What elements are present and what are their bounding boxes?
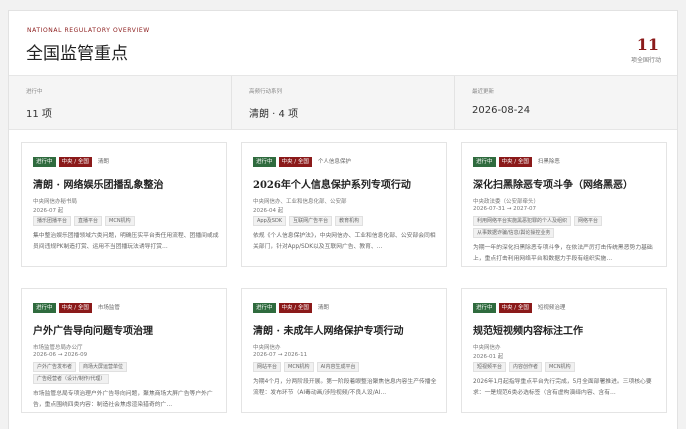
target-chip: 内容创作者 (509, 362, 543, 372)
stat-last-updated: 最近更新 2026-08-24 (455, 76, 677, 129)
status-badge: 进行中 (473, 303, 496, 313)
card-description: 集中整治娱乐团播领域六类问题，明确压实平台责任用流程、团播间或成员间违规PK制造… (33, 233, 219, 250)
target-chip: 互联网广告平台 (289, 216, 333, 226)
stat-value: 清朗 · 4 项 (249, 109, 299, 120)
card-title[interactable]: 规范短视频内容标注工作 (473, 322, 583, 337)
card-period: 2026-06 → 2026-09 (33, 352, 88, 358)
stat-in-progress: 进行中 11 项 (9, 76, 232, 129)
eyebrow-label: NATIONAL REGULATORY OVERVIEW (27, 27, 150, 34)
overview-header: NATIONAL REGULATORY OVERVIEW 全国监管重点 11 项… (9, 11, 677, 75)
card-period: 2026-07-31 → 2027-07 (473, 206, 537, 212)
target-chip: MCN机构 (105, 216, 135, 226)
stat-value: 11 项 (26, 109, 52, 120)
card-description: 2026年1月起指导重点平台先行完成，5月全面部署推进。三项核心要求：一是规范6… (473, 379, 652, 396)
target-chip: MCN机构 (545, 362, 575, 372)
target-chip: 商场大屏运营单位 (79, 362, 128, 372)
target-chip: 短视频平台 (473, 362, 507, 372)
target-chip: 网络平台 (574, 216, 603, 226)
card-period: 2026-07 起 (33, 208, 64, 214)
status-badge: 进行中 (253, 303, 276, 313)
category-badge: 个人信息保护 (317, 159, 351, 165)
card-title[interactable]: 户外广告导向问题专项治理 (33, 322, 153, 337)
card-title[interactable]: 2026年个人信息保护系列专项行动 (253, 176, 411, 191)
action-card[interactable]: 进行中 中央 / 全国 市场监管户外广告导向问题专项治理市场监管总局办公厅 2026-… (21, 288, 227, 413)
action-card[interactable]: 进行中 中央 / 全国 清朗清朗 · 网络娱乐团播乱象整治中央网信办秘书局 2026-… (21, 142, 227, 267)
card-target-chips: 短视频平台 内容创作者 MCN机构 (473, 362, 575, 372)
status-badge: 进行中 (33, 157, 56, 167)
category-badge: 扫黑除恶 (537, 159, 560, 165)
card-description: 为期4个月，分两阶段开展。第一阶段着眼整治聚焦信息内容生产传播全流程：发布环节（… (253, 379, 437, 396)
target-chip: 广告经营者（设计/制作/代理） (33, 374, 110, 384)
card-title[interactable]: 深化扫黑除恶专项斗争（网络黑恶） (473, 176, 633, 191)
card-target-chips: 利用网络平台实施黑恶犯罪的个人及组织 网络平台 (473, 216, 603, 226)
card-target-chips: 网站平台 MCN机构 AI内容生成平台 (253, 362, 360, 372)
stat-frequent-series: 高频行动系列 清朗 · 4 项 (232, 76, 455, 129)
action-count: 11 (636, 35, 659, 54)
stat-label: 高频行动系列 (249, 89, 283, 95)
target-chip: AI内容生成平台 (316, 362, 360, 372)
card-target-chips: App及SDK 互联网广告平台 教育机构 (253, 216, 364, 226)
action-card[interactable]: 进行中 中央 / 全国 清朗清朗 · 未成年人网络保护专项行动中央网信办 2026-0… (241, 288, 447, 413)
card-tags: 进行中 中央 / 全国 市场监管 (33, 303, 123, 313)
card-target-chips: 广告经营者（设计/制作/代理） (33, 374, 110, 384)
target-chip: App及SDK (253, 216, 287, 226)
status-badge: 进行中 (473, 157, 496, 167)
scope-badge: 中央 / 全国 (278, 157, 312, 167)
card-target-chips: 播乐团播平台 直播平台 MCN机构 (33, 216, 135, 226)
card-issuer: 中央政法委（公安部牵头） (473, 199, 540, 205)
stats-bar: 进行中 11 项 高频行动系列 清朗 · 4 项 最近更新 2026-08-24 (9, 75, 677, 130)
scope-badge: 中央 / 全国 (58, 303, 92, 313)
card-description: 依规《个人信息保护法》，中央网信办、工业和信息化部、公安部会同相关部门，针对Ap… (253, 233, 436, 250)
target-chip: 网站平台 (253, 362, 282, 372)
target-chip: 从事数据诈骗/信息/舆论操控业务 (473, 228, 555, 238)
status-badge: 进行中 (33, 303, 56, 313)
card-period: 2026-07 → 2026-11 (253, 352, 308, 358)
card-issuer: 中央网信办、工业和信息化部、公安部 (253, 199, 347, 205)
card-title[interactable]: 清朗 · 网络娱乐团播乱象整治 (33, 176, 163, 191)
card-issuer: 中央网信办 (253, 345, 281, 351)
category-badge: 清朗 (317, 305, 329, 311)
card-description: 市场监管总局专项治理户外广告导向问题，聚焦商场大屏广告等户外广告，重点围绕四类内… (33, 391, 213, 408)
target-chip: 直播平台 (74, 216, 103, 226)
card-issuer: 中央网信办秘书局 (33, 199, 78, 205)
target-chip: 教育机构 (335, 216, 364, 226)
action-card[interactable]: 进行中 中央 / 全国 扫黑除恶深化扫黑除恶专项斗争（网络黑恶） 中央政法委（公安部牵… (461, 142, 667, 267)
action-count-label: 项全国行动 (630, 57, 661, 64)
scope-badge: 中央 / 全国 (498, 157, 532, 167)
card-issuer: 中央网信办 (473, 345, 501, 351)
target-chip: 户外广告发布者 (33, 362, 77, 372)
card-tags: 进行中 中央 / 全国 扫黑除恶 (473, 157, 563, 167)
card-tags: 进行中 中央 / 全国 清朗 (253, 303, 332, 313)
category-badge: 市场监管 (97, 305, 120, 311)
stat-label: 进行中 (26, 89, 43, 95)
status-badge: 进行中 (253, 157, 276, 167)
category-badge: 清朗 (97, 159, 109, 165)
scope-badge: 中央 / 全国 (278, 303, 312, 313)
overview-panel: NATIONAL REGULATORY OVERVIEW 全国监管重点 11 项… (8, 10, 678, 429)
card-period: 2026-04 起 (253, 208, 284, 214)
card-title[interactable]: 清朗 · 未成年人网络保护专项行动 (253, 322, 403, 337)
scope-badge: 中央 / 全国 (58, 157, 92, 167)
card-target-chips: 从事数据诈骗/信息/舆论操控业务 (473, 228, 555, 238)
card-description: 为期一年的深化扫黑除恶专项斗争，在依法严厉打击传统黑恶势力基础上，重点打击利用网… (473, 245, 653, 262)
card-tags: 进行中 中央 / 全国 短视频治理 (473, 303, 568, 313)
card-tags: 进行中 中央 / 全国 清朗 (33, 157, 112, 167)
stat-label: 最近更新 (472, 89, 495, 95)
card-tags: 进行中 中央 / 全国 个人信息保护 (253, 157, 354, 167)
target-chip: 播乐团播平台 (33, 216, 72, 226)
card-issuer: 市场监管总局办公厅 (33, 345, 83, 351)
target-chip: MCN机构 (284, 362, 314, 372)
category-badge: 短视频治理 (537, 305, 566, 311)
card-target-chips: 户外广告发布者 商场大屏运营单位 (33, 362, 128, 372)
action-card[interactable]: 进行中 中央 / 全国 个人信息保护 2026年个人信息保护系列专项行动中央网信办、工… (241, 142, 447, 267)
target-chip: 利用网络平台实施黑恶犯罪的个人及组织 (473, 216, 572, 226)
stat-value: 2026-08-24 (472, 105, 531, 116)
page-title: 全国监管重点 (26, 44, 128, 64)
action-card[interactable]: 进行中 中央 / 全国 短视频治理规范短视频内容标注工作中央网信办 2026-01 起… (461, 288, 667, 413)
scope-badge: 中央 / 全国 (498, 303, 532, 313)
card-period: 2026-01 起 (473, 354, 504, 360)
